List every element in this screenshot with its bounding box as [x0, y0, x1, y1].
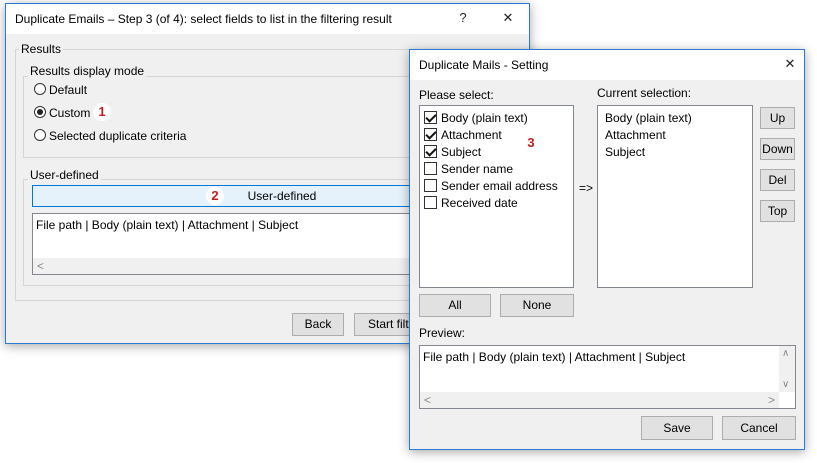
selection-item-body[interactable]: Body (plain text) [605, 111, 692, 125]
results-label: Results [19, 42, 64, 56]
none-button[interactable]: None [500, 294, 574, 317]
current-selection-list[interactable]: Body (plain text) Attachment Subject [597, 105, 753, 288]
scroll-right-icon[interactable]: > [768, 393, 775, 407]
field-label-sender-email: Sender email address [441, 179, 558, 193]
back-button[interactable]: Back [292, 313, 344, 336]
radio-selected-criteria-label: Selected duplicate criteria [49, 129, 187, 143]
scroll-down-icon[interactable]: ∨ [782, 379, 789, 390]
scroll-up-icon[interactable]: ∧ [782, 348, 789, 359]
del-button[interactable]: Del [760, 169, 795, 191]
radio-custom[interactable] [34, 106, 46, 118]
transfer-arrow: => [579, 181, 594, 195]
setting-dialog-title: Duplicate Mails - Setting [419, 58, 549, 72]
setting-close-icon[interactable]: ✕ [782, 56, 798, 72]
field-checkbox-sender-name[interactable] [424, 162, 437, 175]
preview-text: File path | Body (plain text) | Attachme… [423, 350, 686, 364]
field-checkbox-body[interactable] [424, 111, 437, 124]
setting-title-bar: Duplicate Mails - Setting ✕ [410, 50, 804, 80]
radio-default[interactable] [34, 83, 46, 95]
result-text: File path | Body (plain text) | Attachme… [36, 218, 299, 232]
field-checkbox-sender-email[interactable] [424, 179, 437, 192]
top-button[interactable]: Top [760, 200, 795, 222]
display-mode-label: Results display mode [28, 64, 147, 78]
current-selection-label: Current selection: [597, 86, 692, 100]
user-defined-group-label: User-defined [28, 168, 101, 182]
field-label-received-date: Received date [441, 196, 518, 210]
please-select-label: Please select: [419, 88, 494, 102]
field-label-subject: Subject [441, 145, 482, 159]
scroll-left-icon[interactable]: < [424, 393, 431, 407]
all-button[interactable]: All [419, 294, 491, 317]
preview-vertical-scrollbar[interactable]: ∧ ∨ [779, 346, 795, 392]
preview-label: Preview: [419, 326, 466, 340]
scroll-left-icon[interactable]: < [37, 259, 44, 273]
main-close-icon[interactable]: ✕ [500, 10, 516, 26]
field-list[interactable]: Body (plain text) Attachment Subject Sen… [419, 105, 574, 288]
radio-custom-label: Custom [49, 106, 91, 120]
step-badge-1: 1 [93, 103, 111, 121]
save-button[interactable]: Save [641, 416, 713, 440]
preview-box[interactable]: File path | Body (plain text) | Attachme… [419, 345, 796, 409]
main-window-title: Duplicate Emails – Step 3 (of 4): select… [15, 12, 392, 26]
cancel-button[interactable]: Cancel [722, 416, 796, 440]
field-label-body: Body (plain text) [441, 111, 528, 125]
main-title-bar: Duplicate Emails – Step 3 (of 4): select… [6, 4, 529, 34]
selection-item-subject[interactable]: Subject [605, 145, 645, 159]
setting-dialog: Duplicate Mails - Setting ✕ Please selec… [409, 49, 805, 450]
step-badge-2: 2 [206, 187, 224, 205]
field-checkbox-subject[interactable] [424, 145, 437, 158]
field-checkbox-received-date[interactable] [424, 196, 437, 209]
step-badge-3: 3 [522, 134, 540, 152]
preview-horizontal-scrollbar[interactable]: < > [420, 392, 779, 408]
field-label-sender-name: Sender name [441, 162, 514, 176]
radio-default-label: Default [49, 83, 88, 97]
selection-item-attachment[interactable]: Attachment [605, 128, 666, 142]
field-checkbox-attachment[interactable] [424, 128, 437, 141]
help-button[interactable]: ? [455, 10, 471, 25]
up-button[interactable]: Up [760, 107, 795, 129]
down-button[interactable]: Down [760, 138, 795, 160]
field-label-attachment: Attachment [441, 128, 502, 142]
radio-selected-criteria[interactable] [34, 129, 46, 141]
